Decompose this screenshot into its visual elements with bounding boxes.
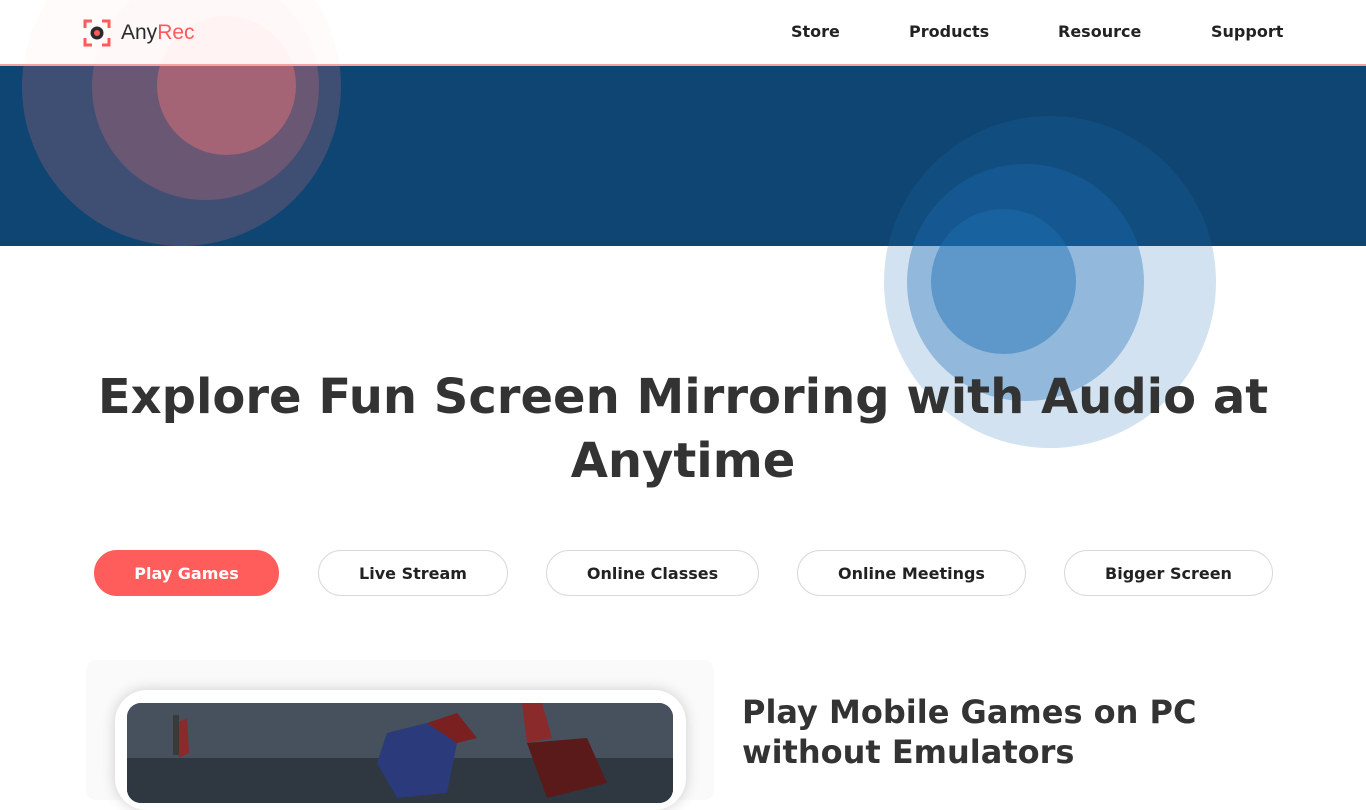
tab-play-games[interactable]: Play Games [94, 550, 279, 596]
record-target-icon [83, 19, 111, 47]
feature-title: Play Mobile Games on PC without Emulator… [742, 693, 1197, 771]
tab-bigger-screen[interactable]: Bigger Screen [1064, 550, 1273, 596]
tab-online-meetings[interactable]: Online Meetings [797, 550, 1026, 596]
logo[interactable]: AnyRec [83, 18, 195, 48]
tab-live-stream[interactable]: Live Stream [318, 550, 508, 596]
tab-online-classes[interactable]: Online Classes [546, 550, 759, 596]
page-title: Explore Fun Screen Mirroring with Audio … [97, 369, 1269, 489]
nav-support[interactable]: Support [1211, 22, 1283, 41]
nav-store[interactable]: Store [791, 22, 840, 41]
logo-text: AnyRec [121, 21, 195, 44]
nav-resource[interactable]: Resource [1058, 22, 1141, 41]
site-header: AnyRec Store Products Resource Support [0, 0, 1366, 66]
game-screenshot [127, 703, 673, 803]
use-case-tabs: Play Games Live Stream Online Classes On… [0, 550, 1366, 598]
nav-products[interactable]: Products [909, 22, 989, 41]
hero-banner [0, 65, 1366, 246]
